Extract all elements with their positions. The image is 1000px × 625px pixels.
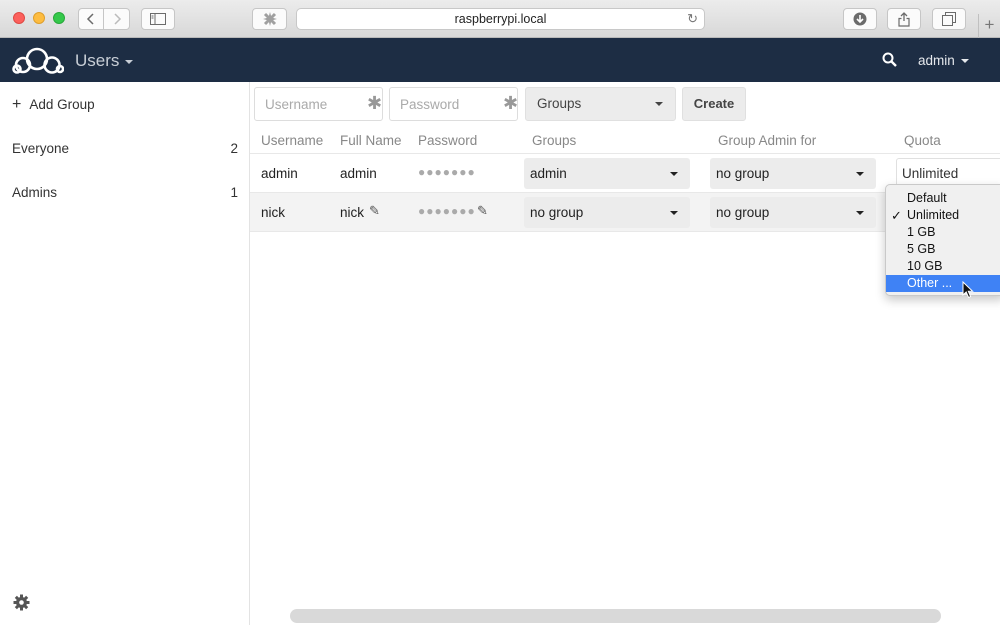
groups-select[interactable]: admin [524, 158, 690, 189]
downloads-button[interactable] [843, 8, 877, 30]
col-quota: Quota [904, 133, 941, 148]
username-cell: admin [261, 166, 298, 181]
col-password: Password [418, 133, 478, 148]
group-admin-select-value: no group [716, 166, 770, 181]
checkmark-icon: ✓ [891, 208, 902, 223]
caret-down-icon [856, 172, 864, 176]
new-password-input[interactable] [389, 87, 518, 121]
address-bar[interactable]: raspberrypi.local ↻ [296, 8, 705, 30]
quota-option-default[interactable]: Default [886, 190, 1000, 207]
zoom-window-button[interactable] [53, 12, 65, 24]
tabs-icon [942, 12, 956, 26]
col-group-admin: Group Admin for [718, 133, 817, 148]
url-text: raspberrypi.local [454, 12, 547, 26]
group-admin-select[interactable]: no group [710, 197, 876, 228]
quota-option-other[interactable]: Other ... [886, 275, 1000, 292]
app-header: Users admin [0, 38, 1000, 82]
groups-select-label: Groups [537, 96, 582, 111]
cloud-logo-icon [12, 47, 65, 74]
quota-option-10gb[interactable]: 10 GB [886, 258, 1000, 275]
create-user-button[interactable]: Create [682, 87, 746, 121]
new-tab-button[interactable]: + [978, 14, 1000, 38]
new-username-input[interactable] [254, 87, 383, 121]
tabs-overview-button[interactable] [932, 8, 966, 30]
app-title: Users [75, 51, 120, 70]
sidebar-icon [150, 13, 166, 25]
groups-sidebar: + Add Group Everyone 2 Admins 1 [0, 82, 250, 625]
full-name-cell[interactable]: admin [340, 166, 377, 181]
user-name: admin [918, 53, 955, 68]
pencil-icon[interactable]: ✎ [369, 203, 380, 219]
horizontal-scrollbar[interactable] [290, 609, 941, 623]
groups-select-value: admin [530, 166, 567, 181]
chevron-right-icon [113, 13, 121, 25]
caret-down-icon [655, 102, 663, 106]
sidebar-item-admins[interactable]: Admins 1 [12, 185, 238, 200]
caret-down-icon [670, 172, 678, 176]
col-full-name: Full Name [340, 133, 402, 148]
forward-button[interactable] [104, 8, 130, 30]
add-group-label: Add Group [29, 97, 95, 112]
users-table-header: Username Full Name Password Groups Group… [250, 128, 1000, 154]
group-name: Admins [12, 185, 58, 200]
required-asterisk-icon: ✱ [367, 93, 383, 113]
username-cell: nick [261, 205, 286, 220]
user-menu-button[interactable]: admin [918, 53, 969, 68]
group-count: 2 [230, 141, 238, 156]
group-admin-select[interactable]: no group [710, 158, 876, 189]
group-name: Everyone [12, 141, 70, 156]
password-cell[interactable]: ●●●●●●● [418, 165, 476, 179]
sidebar-item-everyone[interactable]: Everyone 2 [12, 141, 238, 156]
caret-down-icon [670, 211, 678, 215]
users-main: ✱ ✱ Groups Create Username Full Name Pas… [250, 82, 1000, 625]
new-user-groups-select[interactable]: Groups [525, 87, 676, 121]
caret-down-icon [960, 59, 969, 64]
quota-dropdown-menu: Default ✓ Unlimited 1 GB 5 GB 10 GB Other… [885, 184, 1000, 296]
full-name-cell[interactable]: nick [340, 205, 364, 220]
minimize-window-button[interactable] [33, 12, 45, 24]
quota-option-label: Unlimited [907, 208, 960, 222]
reload-icon[interactable]: ↻ [687, 9, 698, 29]
extension-button[interactable] [252, 8, 287, 30]
search-icon[interactable] [882, 52, 898, 71]
close-window-button[interactable] [13, 12, 25, 24]
pencil-icon[interactable]: ✎ [477, 203, 488, 219]
plus-icon: + [12, 96, 22, 113]
groups-select[interactable]: no group [524, 197, 690, 228]
app-menu-button[interactable]: Users [75, 51, 134, 71]
owncloud-logo[interactable] [12, 45, 65, 78]
caret-down-icon [856, 211, 864, 215]
back-button[interactable] [78, 8, 104, 30]
add-group-button[interactable]: + Add Group [12, 96, 95, 114]
quota-select-value: Unlimited [902, 166, 959, 181]
caret-down-icon [125, 59, 134, 64]
download-icon [853, 12, 867, 26]
chevron-left-icon [86, 13, 94, 25]
group-count: 1 [230, 185, 238, 200]
col-username: Username [261, 133, 324, 148]
quota-option-5gb[interactable]: 5 GB [886, 241, 1000, 258]
share-button[interactable] [887, 8, 921, 30]
group-admin-select-value: no group [716, 205, 770, 220]
mouse-pointer-icon [962, 280, 974, 302]
sidebar-toggle-button[interactable] [141, 8, 175, 30]
groups-select-value: no group [530, 205, 584, 220]
history-nav [78, 8, 130, 30]
password-cell[interactable]: ●●●●●●● [418, 204, 476, 218]
quota-option-1gb[interactable]: 1 GB [886, 224, 1000, 241]
required-asterisk-icon: ✱ [503, 93, 519, 113]
share-icon [898, 11, 910, 27]
col-groups: Groups [532, 133, 577, 148]
puzzle-icon [262, 12, 277, 26]
quota-option-unlimited[interactable]: ✓ Unlimited [886, 207, 1000, 224]
gear-icon[interactable] [13, 594, 30, 614]
browser-toolbar: raspberrypi.local ↻ + [0, 0, 1000, 38]
